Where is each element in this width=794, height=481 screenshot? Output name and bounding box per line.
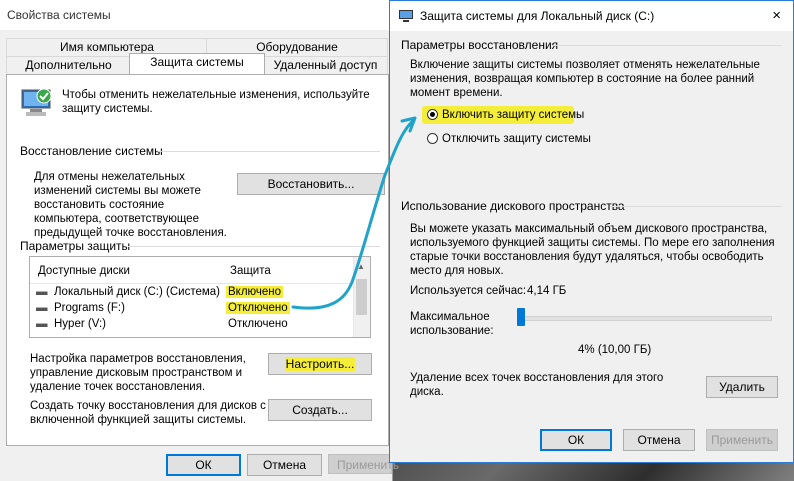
- restore-params-text: Включение защиты системы позволяет отмен…: [410, 59, 760, 99]
- drive-status: Отключено: [228, 318, 288, 330]
- max-usage-slider-thumb[interactable]: [517, 308, 525, 326]
- configure-text: Настройка параметров восстановления, упр…: [30, 353, 246, 393]
- restore-button[interactable]: Восстановить...: [237, 173, 385, 195]
- table-row[interactable]: ▬ Programs (F:) Отключено: [30, 301, 354, 317]
- bg-apply-button[interactable]: Применить: [328, 454, 399, 474]
- bg-ok-button[interactable]: ОК: [166, 454, 241, 476]
- column-protection[interactable]: Защита: [230, 265, 271, 277]
- dialog-title-bar: Защита системы для Локальный диск (C:) ×: [390, 1, 793, 31]
- drive-icon: ▬: [36, 286, 48, 298]
- max-usage-slider-track[interactable]: [520, 316, 772, 321]
- table-row[interactable]: ▬ Hyper (V:) Отключено: [30, 317, 354, 333]
- close-icon[interactable]: ×: [772, 7, 781, 24]
- drive-name: Programs (F:): [54, 302, 125, 314]
- enable-protection-label[interactable]: Включить защиту системы: [442, 108, 584, 122]
- title-bar: Свойства системы: [0, 0, 392, 30]
- drive-icon: ▬: [36, 318, 48, 330]
- system-protection-icon: [21, 88, 52, 116]
- delete-button[interactable]: Удалить: [706, 376, 778, 398]
- create-text: Создать точку восстановления для дисков …: [30, 400, 266, 426]
- drive-name: Hyper (V:): [54, 318, 106, 330]
- drive-name: Локальный диск (C:) (Система): [54, 286, 220, 298]
- fg-apply-button[interactable]: Применить: [706, 429, 778, 451]
- disk-usage-separator: [610, 206, 782, 207]
- tab-remote[interactable]: Удаленный доступ: [263, 56, 388, 74]
- restore-params-header: Параметры восстановления: [401, 38, 559, 52]
- window-title: Свойства системы: [7, 8, 111, 22]
- tab-system-protection[interactable]: Защита системы: [129, 53, 265, 74]
- max-usage-value: 4% (10,00 ГБ): [578, 344, 652, 356]
- bg-cancel-button[interactable]: Отмена: [247, 454, 322, 476]
- max-usage-label: Максимальное использование:: [410, 311, 494, 337]
- current-usage-value: 4,14 ГБ: [527, 285, 567, 297]
- drive-status: Включено: [226, 286, 284, 298]
- restore-separator: [158, 151, 380, 152]
- current-usage-label: Используется сейчас:: [410, 285, 527, 297]
- create-button[interactable]: Создать...: [268, 399, 372, 421]
- fg-ok-button[interactable]: ОК: [540, 429, 612, 451]
- restore-params-separator: [552, 45, 782, 46]
- configure-button-label: Настроить...: [284, 357, 356, 371]
- delete-text: Удаление всех точек восстановления для э…: [410, 372, 664, 398]
- disk-usage-text: Вы можете указать максимальный объем дис…: [410, 223, 775, 277]
- dialog-title: Защита системы для Локальный диск (C:): [420, 9, 655, 23]
- tab-advanced[interactable]: Дополнительно: [6, 56, 131, 74]
- system-properties-window: Свойства системы Имя компьютера Оборудов…: [0, 0, 399, 481]
- scroll-thumb[interactable]: [356, 279, 367, 315]
- drives-list[interactable]: Доступные диски Защита ▬ Локальный диск …: [29, 256, 371, 338]
- table-row[interactable]: ▬ Локальный диск (C:) (Система) Включено: [30, 285, 354, 301]
- disk-usage-header: Использование дискового пространства: [401, 199, 625, 213]
- protection-separator: [128, 246, 380, 247]
- disable-protection-label[interactable]: Отключить защиту системы: [442, 132, 591, 146]
- computer-icon: [399, 10, 413, 22]
- configure-button[interactable]: Настроить...: [268, 353, 372, 375]
- disable-protection-radio[interactable]: [427, 133, 438, 144]
- scroll-up-icon[interactable]: ▲: [357, 262, 365, 271]
- drive-status: Отключено: [226, 302, 290, 314]
- info-text: Чтобы отменить нежелательные изменения, …: [62, 89, 370, 115]
- drive-icon: ▬: [36, 302, 48, 314]
- list-header: Доступные диски Защита: [30, 257, 370, 284]
- list-scrollbar[interactable]: ▲: [353, 257, 370, 337]
- protection-header: Параметры защиты: [20, 239, 131, 253]
- enable-protection-radio[interactable]: [427, 109, 438, 120]
- column-drives[interactable]: Доступные диски: [38, 265, 130, 277]
- restore-text: Для отмены нежелательных изменений систе…: [34, 171, 227, 239]
- restore-header: Восстановление системы: [20, 144, 163, 158]
- fg-cancel-button[interactable]: Отмена: [623, 429, 695, 451]
